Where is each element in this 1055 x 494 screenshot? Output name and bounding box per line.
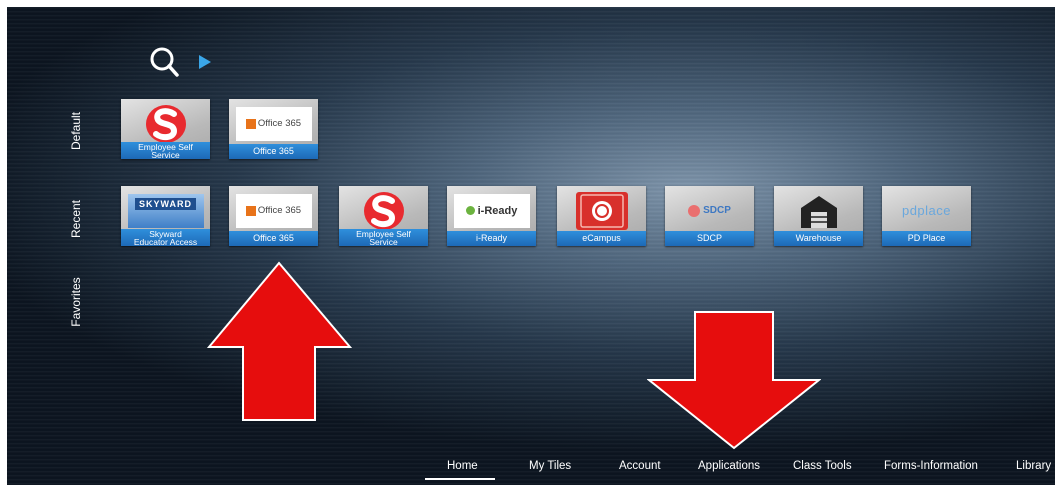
row-label-default: Default — [69, 111, 83, 151]
employee-self-service-logo — [121, 102, 210, 145]
search-toggle[interactable] — [147, 45, 219, 81]
nav-class-tools[interactable]: Class Tools — [793, 460, 852, 472]
nav-library[interactable]: Library — [1016, 460, 1051, 472]
red-down-arrow-icon — [647, 311, 821, 450]
tile-ecampus[interactable]: eCampus — [557, 186, 646, 246]
tile-caption: i-Ready — [447, 231, 536, 246]
tile-office-365[interactable]: Office 365 Office 365 — [229, 186, 318, 246]
office-365-logo: Office 365 — [229, 102, 318, 145]
warehouse-logo — [774, 189, 863, 232]
skyward-logo: SKYWARD — [121, 189, 210, 232]
tile-employee-self-service[interactable]: Employee Self Service — [339, 186, 428, 246]
tile-caption: Employee Self Service — [339, 229, 428, 246]
nav-forms-information[interactable]: Forms-Information — [884, 460, 978, 472]
tile-caption: eCampus — [557, 231, 646, 246]
nav-active-indicator — [425, 478, 495, 480]
expand-arrow-icon[interactable] — [199, 55, 211, 69]
sdcp-logo: SDCP — [665, 189, 754, 232]
tile-office-365[interactable]: Office 365 Office 365 — [229, 99, 318, 159]
bottom-nav: Home My Tiles Account Applications Class… — [7, 460, 1055, 480]
tile-caption: Office 365 — [229, 144, 318, 159]
red-up-arrow-icon — [207, 261, 352, 421]
tile-caption: Skyward Educator Access — [121, 229, 210, 246]
tile-sdcp[interactable]: SDCP SDCP — [665, 186, 754, 246]
row-label-favorites: Favorites — [69, 277, 83, 327]
tile-warehouse[interactable]: Warehouse — [774, 186, 863, 246]
i-ready-logo: i-Ready — [447, 189, 536, 232]
tile-caption: Employee Self Service — [121, 142, 210, 159]
row-label-recent: Recent — [69, 199, 83, 239]
tile-caption: PD Place — [882, 231, 971, 246]
launchpad-screen: Default Recent Favorites Employee Self Se… — [7, 7, 1055, 485]
tile-caption: Warehouse — [774, 231, 863, 246]
office-365-logo: Office 365 — [229, 189, 318, 232]
nav-account[interactable]: Account — [619, 460, 661, 472]
tile-caption: SDCP — [665, 231, 754, 246]
pd-place-logo: pdplace — [901, 203, 952, 218]
tile-skyward[interactable]: SKYWARD Skyward Educator Access — [121, 186, 210, 246]
tile-i-ready[interactable]: i-Ready i-Ready — [447, 186, 536, 246]
tile-caption: Office 365 — [229, 231, 318, 246]
employee-self-service-logo — [339, 189, 428, 232]
ecampus-logo — [557, 189, 646, 232]
nav-my-tiles[interactable]: My Tiles — [529, 460, 571, 472]
nav-applications[interactable]: Applications — [698, 460, 760, 472]
tile-pd-place[interactable]: pdplace PD Place — [882, 186, 971, 246]
tile-employee-self-service[interactable]: Employee Self Service — [121, 99, 210, 159]
search-icon[interactable] — [147, 45, 187, 81]
nav-home[interactable]: Home — [447, 460, 478, 472]
